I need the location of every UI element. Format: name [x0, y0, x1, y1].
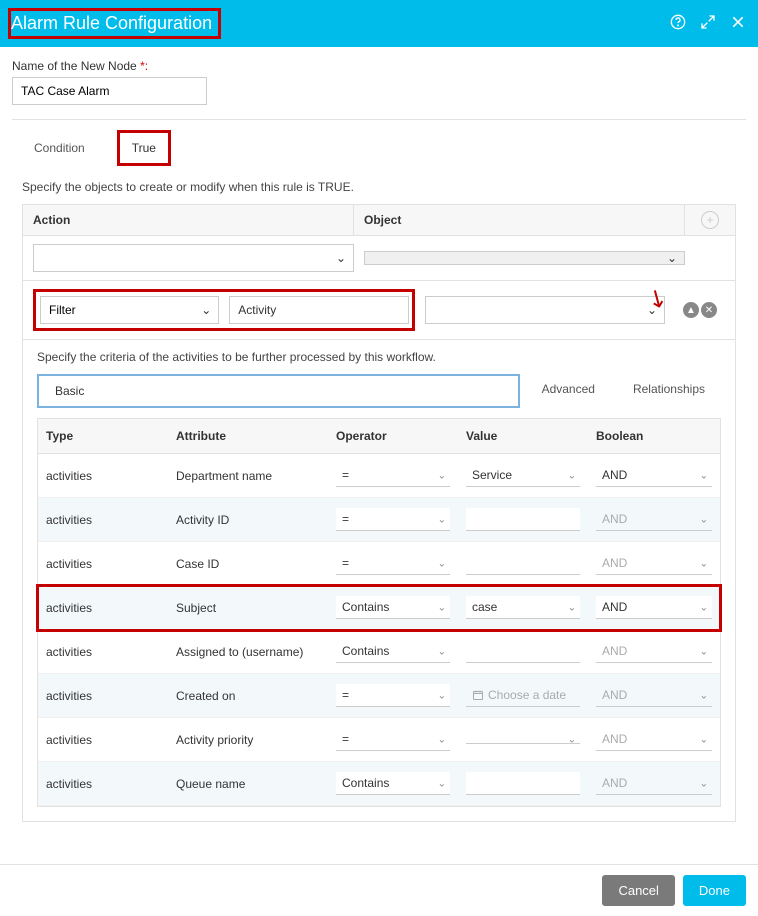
- tab-true[interactable]: True: [117, 130, 171, 166]
- cell-type: activities: [38, 635, 168, 669]
- dialog-footer: Cancel Done: [0, 864, 758, 916]
- cell-type: activities: [38, 723, 168, 757]
- cell-operator[interactable]: Contains⌄: [328, 762, 458, 805]
- cell-attribute: Created on: [168, 679, 328, 713]
- cell-type: activities: [38, 679, 168, 713]
- cell-boolean: AND⌄: [588, 630, 720, 673]
- tab-basic[interactable]: Basic: [37, 374, 520, 408]
- cell-boolean: AND⌄: [588, 762, 720, 805]
- cell-attribute: Queue name: [168, 767, 328, 801]
- col-operator: Operator: [328, 419, 458, 453]
- cell-boolean: AND⌄: [588, 498, 720, 541]
- cell-attribute: Activity ID: [168, 503, 328, 537]
- cell-boolean: AND⌄: [588, 674, 720, 717]
- header-actions: [670, 14, 746, 33]
- panel-row-1: ⌄ ⌄: [23, 236, 735, 281]
- cell-type: activities: [38, 547, 168, 581]
- cell-value[interactable]: case⌄: [458, 586, 588, 629]
- cell-type: activities: [38, 767, 168, 801]
- cell-operator[interactable]: Contains⌄: [328, 586, 458, 629]
- cell-type: activities: [38, 591, 168, 625]
- action-header: Action: [23, 205, 354, 235]
- table-row: activitiesDepartment name=⌄Service⌄AND⌄: [38, 454, 720, 498]
- cell-attribute: Case ID: [168, 547, 328, 581]
- extra-select[interactable]: ⌄: [425, 296, 665, 324]
- label-text: Name of the New Node: [12, 59, 137, 73]
- table-body: activitiesDepartment name=⌄Service⌄AND⌄a…: [38, 454, 720, 806]
- cell-value[interactable]: [458, 542, 588, 585]
- close-icon[interactable]: [730, 14, 746, 33]
- table-row: activitiesActivity ID=⌄ AND⌄: [38, 498, 720, 542]
- cell-operator[interactable]: =⌄: [328, 718, 458, 761]
- cell-operator[interactable]: =⌄: [328, 498, 458, 541]
- cell-value[interactable]: [458, 630, 588, 673]
- table-row: activitiesCase ID=⌄ AND⌄: [38, 542, 720, 586]
- cell-operator[interactable]: =⌄: [328, 542, 458, 585]
- divider: [12, 119, 746, 120]
- table-row: activitiesQueue nameContains⌄ AND⌄: [38, 762, 720, 806]
- table-row: activitiesActivity priority=⌄⌄AND⌄: [38, 718, 720, 762]
- dialog-title: Alarm Rule Configuration: [11, 13, 212, 33]
- cell-boolean: AND⌄: [588, 718, 720, 761]
- panel-header: Action Object +: [23, 205, 735, 236]
- cell-attribute: Department name: [168, 459, 328, 493]
- instruction-text: Specify the objects to create or modify …: [22, 180, 736, 194]
- rule-tabs: Condition True: [22, 130, 746, 166]
- object-select-activity[interactable]: Activity: [229, 296, 408, 324]
- cell-attribute: Activity priority: [168, 723, 328, 757]
- cell-value[interactable]: ⌄: [458, 725, 588, 754]
- objects-panel: Action Object + ⌄ ⌄ Filter ⌄: [22, 204, 736, 822]
- dialog-header: Alarm Rule Configuration: [0, 0, 758, 47]
- criteria-tabs: Basic Advanced Relationships: [23, 374, 735, 418]
- activity-label: Activity: [229, 296, 408, 324]
- cell-type: activities: [38, 503, 168, 537]
- criteria-table: Type Attribute Operator Value Boolean ac…: [37, 418, 721, 807]
- cancel-button[interactable]: Cancel: [602, 875, 674, 906]
- node-name-label: Name of the New Node *:: [12, 59, 746, 73]
- col-boolean: Boolean: [588, 419, 720, 453]
- cell-operator[interactable]: =⌄: [328, 674, 458, 717]
- cell-operator[interactable]: Contains⌄: [328, 630, 458, 673]
- table-row: activitiesSubjectContains⌄case⌄AND⌄: [38, 586, 720, 630]
- node-name-input[interactable]: [12, 77, 207, 105]
- object-header: Object: [354, 205, 685, 235]
- col-value: Value: [458, 419, 588, 453]
- cell-boolean[interactable]: AND⌄: [588, 586, 720, 629]
- cell-boolean: AND⌄: [588, 542, 720, 585]
- dialog-body: Name of the New Node *: Condition True S…: [0, 47, 758, 834]
- tab-condition[interactable]: Condition: [22, 133, 97, 163]
- remove-icon[interactable]: ✕: [701, 302, 717, 318]
- filter-row-highlight: Filter ⌄ Activity: [33, 289, 415, 331]
- row-controls: ↘ ▲ ✕: [675, 302, 725, 318]
- col-attribute: Attribute: [168, 419, 328, 453]
- col-type: Type: [38, 419, 168, 453]
- add-row-button[interactable]: +: [701, 211, 719, 229]
- collapse-icon[interactable]: ▲: [683, 302, 699, 318]
- required-star: *:: [140, 59, 148, 73]
- done-button[interactable]: Done: [683, 875, 746, 906]
- cell-type: activities: [38, 459, 168, 493]
- cell-boolean[interactable]: AND⌄: [588, 454, 720, 497]
- cell-operator[interactable]: =⌄: [328, 454, 458, 497]
- object-select-disabled: ⌄: [364, 251, 685, 265]
- cell-attribute: Assigned to (username): [168, 635, 328, 669]
- action-select-empty[interactable]: ⌄: [33, 244, 354, 272]
- cell-value[interactable]: [458, 762, 588, 805]
- tab-advanced[interactable]: Advanced: [526, 374, 611, 408]
- action-select-filter[interactable]: Filter ⌄: [40, 296, 219, 324]
- cell-value[interactable]: Choose a date: [458, 674, 588, 717]
- title-highlight: Alarm Rule Configuration: [8, 8, 221, 39]
- table-header: Type Attribute Operator Value Boolean: [38, 419, 720, 454]
- expand-icon[interactable]: [700, 14, 716, 33]
- table-row: activitiesAssigned to (username)Contains…: [38, 630, 720, 674]
- cell-attribute: Subject: [168, 591, 328, 625]
- cell-value[interactable]: [458, 498, 588, 541]
- criteria-instruction: Specify the criteria of the activities t…: [23, 340, 735, 374]
- cell-value[interactable]: Service⌄: [458, 454, 588, 497]
- help-icon[interactable]: [670, 14, 686, 33]
- tab-relationships[interactable]: Relationships: [617, 374, 721, 408]
- table-row: activitiesCreated on=⌄Choose a dateAND⌄: [38, 674, 720, 718]
- add-cell: +: [685, 205, 735, 235]
- panel-row-filter: Filter ⌄ Activity ⌄ ↘ ▲ ✕: [23, 281, 735, 340]
